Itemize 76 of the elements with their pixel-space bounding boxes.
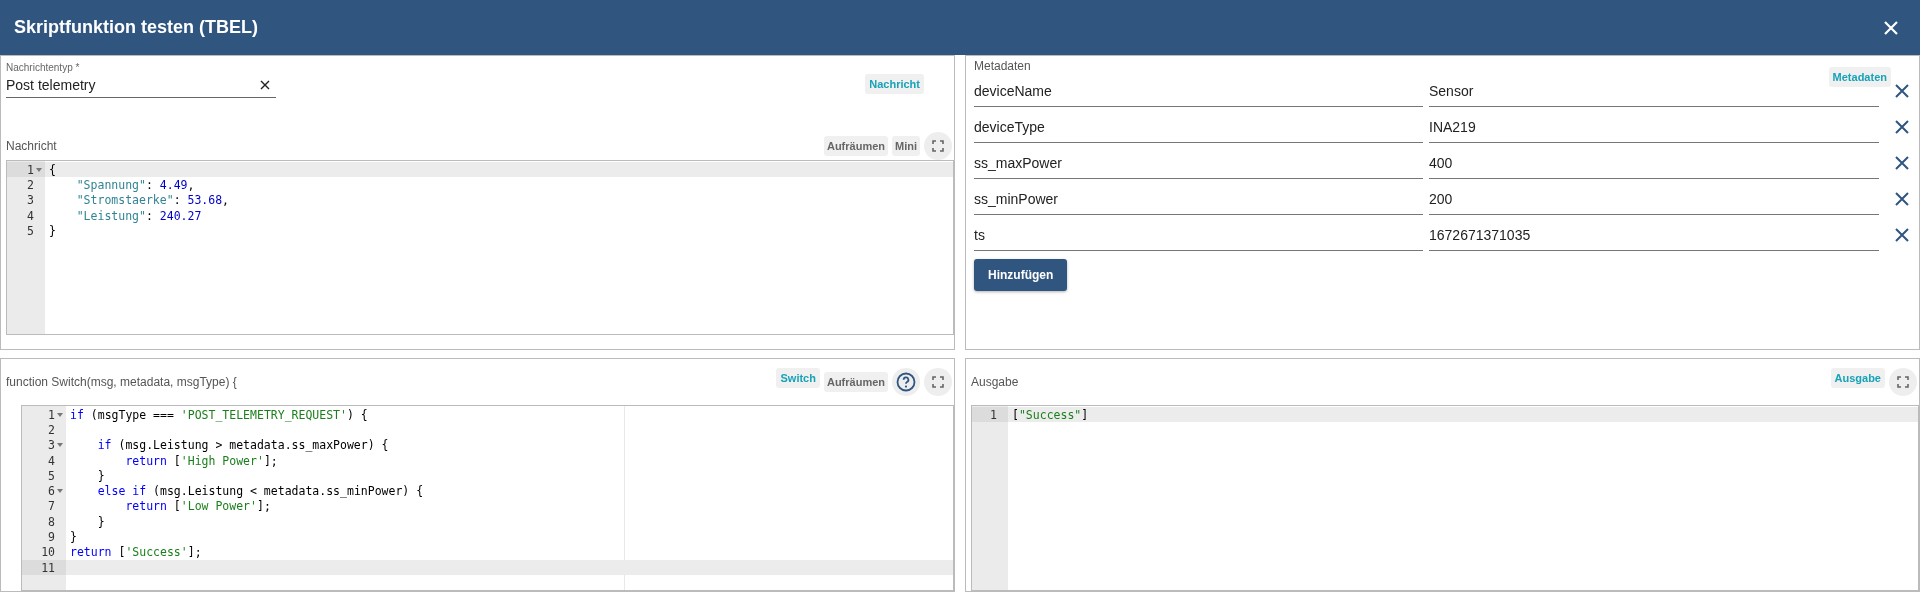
line-number: 4 — [27, 208, 34, 223]
line-number: 2 — [48, 422, 55, 437]
field-label: Nachrichtentyp * — [6, 62, 81, 73]
fullscreen-icon — [932, 140, 944, 152]
panel-badge: Ausgabe — [1830, 368, 1885, 388]
line-number: 5 — [27, 223, 34, 238]
code-line: return ['Low Power']; — [124, 499, 271, 514]
key-field[interactable]: deviceName — [974, 75, 1423, 107]
code-line: } — [96, 514, 105, 529]
value-field[interactable]: 1672671371035 — [1429, 219, 1879, 251]
close-icon[interactable] — [1895, 228, 1909, 242]
code-line: else if (msg.Leistung < metadata.ss_minPower) { — [96, 484, 424, 499]
line-number: 9 — [48, 530, 55, 544]
fullscreen-button[interactable] — [924, 368, 952, 396]
key-field[interactable]: deviceType — [974, 111, 1423, 143]
line-number: 5 — [48, 468, 55, 483]
code-line: } — [69, 530, 77, 544]
code-line: } — [96, 468, 105, 483]
fold-icon[interactable] — [57, 443, 63, 448]
code-line: "Leistung": 240.27 — [75, 208, 202, 223]
clear-icon[interactable] — [260, 80, 270, 90]
line-number: 4 — [48, 453, 55, 468]
key-field[interactable]: ss_maxPower — [974, 147, 1423, 179]
toolbar-button[interactable]: Aufräumen — [823, 372, 888, 392]
value-field[interactable]: 200 — [1429, 183, 1879, 215]
code-line: } — [48, 223, 56, 238]
message-type-field[interactable]: Nachrichtentyp * Post telemetry — [6, 62, 276, 98]
code-line: "Stromstaerke": 53.68, — [75, 193, 230, 208]
fold-icon[interactable] — [57, 412, 63, 417]
close-icon[interactable] — [1895, 156, 1909, 170]
line-number: 1 — [990, 407, 997, 422]
toolbar-button[interactable]: Mini — [892, 136, 920, 156]
toolbar-button[interactable]: Aufräumen — [823, 136, 888, 156]
code-line: if (msg.Leistung > metadata.ss_maxPower) { — [96, 438, 389, 453]
field-value: Post telemetry — [6, 77, 96, 93]
line-number: 1 — [27, 162, 34, 177]
code-editor[interactable]: 1 { 2 "Spannung": 4.49, 3 "Stromstaerke": 53.68, 4 "Leistung": 240.27 5 } — [6, 160, 954, 335]
fold-icon[interactable] — [36, 167, 42, 172]
line-number: 1 — [48, 407, 55, 422]
panel-badge: Switch — [776, 368, 820, 388]
line-number: 3 — [48, 438, 55, 453]
line-number: 2 — [27, 177, 34, 192]
fullscreen-icon — [1897, 376, 1909, 388]
value-field[interactable]: INA219 — [1429, 111, 1879, 143]
line-number: 3 — [27, 193, 34, 208]
code-line: return ['Success']; — [69, 545, 202, 560]
fold-icon[interactable] — [57, 489, 63, 494]
line-number: 6 — [48, 484, 55, 499]
close-icon[interactable] — [1895, 192, 1909, 206]
fullscreen-button[interactable] — [1889, 368, 1917, 396]
add-button[interactable]: Hinzufügen — [974, 259, 1068, 291]
fullscreen-button[interactable] — [924, 132, 952, 160]
line-number: 8 — [48, 514, 55, 529]
key-field[interactable]: ss_minPower — [974, 183, 1423, 215]
code-line: if (msgType === 'POST_TELEMETRY_REQUEST') { — [69, 407, 368, 422]
code-line: { — [48, 162, 56, 177]
close-icon[interactable] — [1895, 120, 1909, 134]
value-field[interactable]: 400 — [1429, 147, 1879, 179]
code-line: "Spannung": 4.49, — [75, 177, 195, 192]
help-button[interactable] — [892, 368, 920, 396]
panel-label: Ausgabe — [971, 375, 1019, 389]
line-number: 11 — [41, 560, 55, 575]
line-number: 7 — [48, 499, 55, 514]
panel-badge: Metadaten — [1828, 67, 1891, 87]
panel-label: Metadaten — [974, 59, 1031, 73]
key-field[interactable]: ts — [974, 219, 1423, 251]
line-number: 10 — [41, 545, 55, 560]
dialog-title: Skriptfunktion testen (TBEL) — [14, 17, 258, 38]
editor-label: Nachricht — [6, 139, 57, 153]
code-line: return ['High Power']; — [124, 453, 278, 468]
panel-badge: Nachricht — [865, 74, 924, 94]
function-signature: function Switch(msg, metadata, msgType) { — [6, 375, 237, 389]
close-icon[interactable] — [1895, 84, 1909, 98]
code-line: ["Success"] — [1011, 407, 1089, 422]
fullscreen-icon — [932, 376, 944, 388]
help-icon — [896, 372, 916, 392]
